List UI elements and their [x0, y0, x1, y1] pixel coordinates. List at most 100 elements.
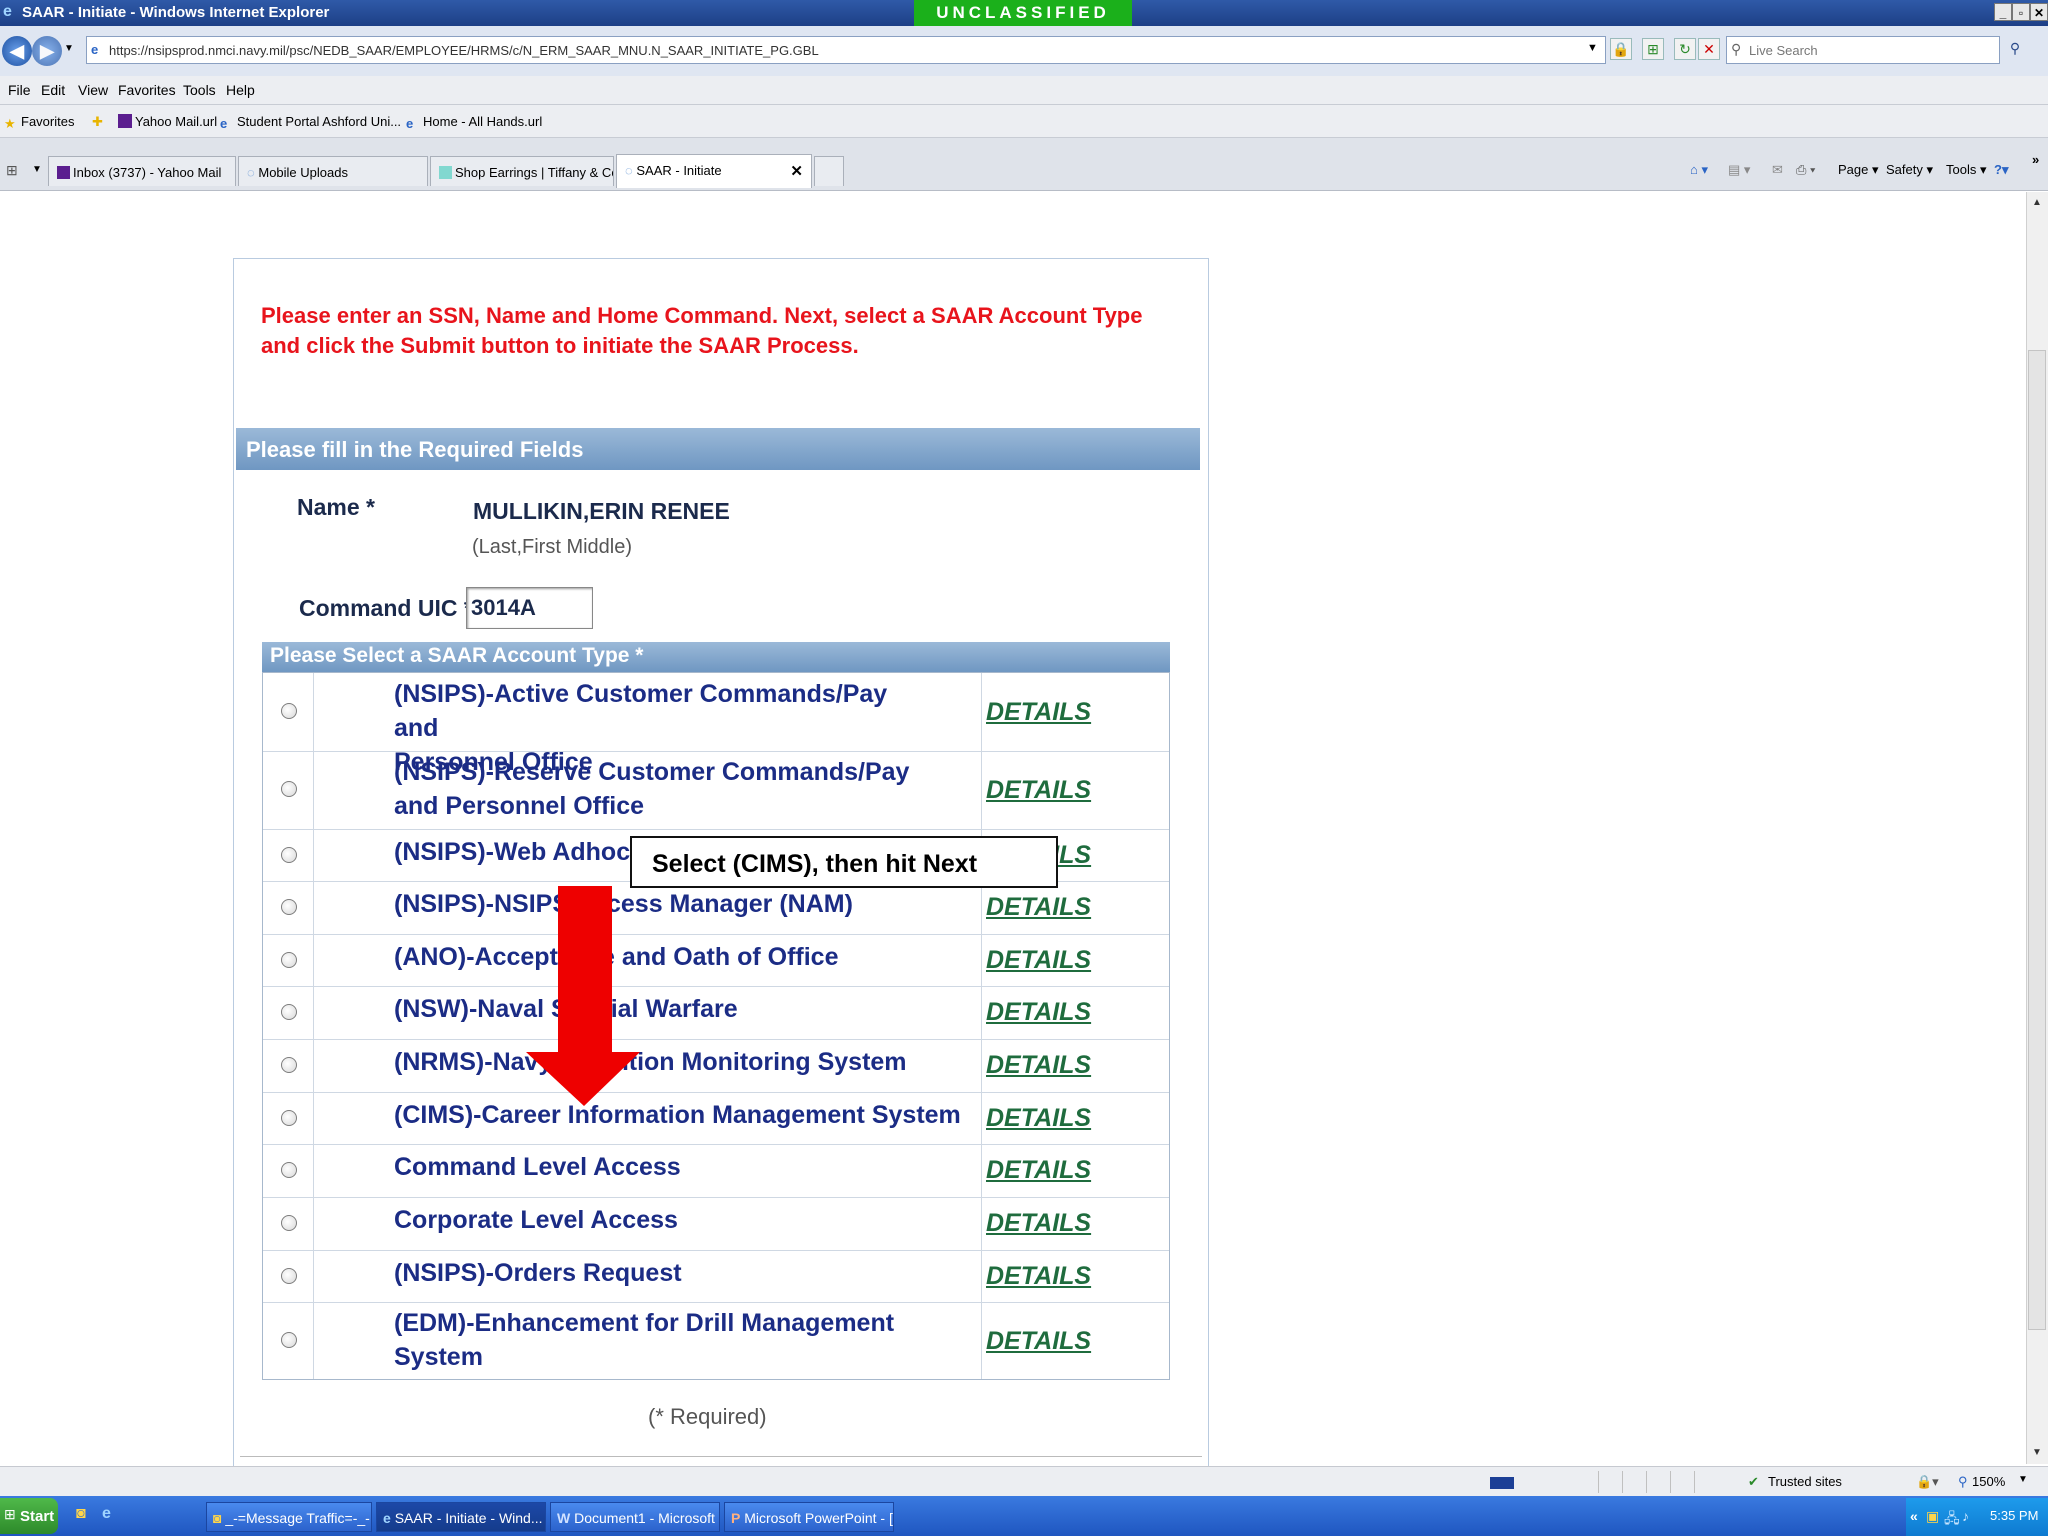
windows-logo-icon: ⊞	[4, 1506, 16, 1522]
favorite-student-portal[interactable]: e Student Portal Ashford Uni...	[220, 114, 401, 131]
home-icon[interactable]: ⌂ ▾	[1690, 162, 1708, 178]
account-row-orders-request: (NSIPS)-Orders Request DETAILS	[263, 1250, 1169, 1303]
details-link[interactable]: DETAILS	[986, 998, 1091, 1027]
menu-file[interactable]: File	[8, 82, 31, 98]
tray-status-icon[interactable]: ▣	[1926, 1508, 1939, 1525]
task-saar-initiate[interactable]: e SAAR - Initiate - Wind...	[376, 1502, 546, 1532]
feeds-icon[interactable]: ▤ ▾	[1728, 162, 1750, 178]
account-radio[interactable]	[281, 1110, 297, 1126]
scrollbar-thumb[interactable]	[2028, 350, 2046, 1330]
account-radio[interactable]	[281, 952, 297, 968]
details-link[interactable]: DETAILS	[986, 1209, 1091, 1238]
address-bar[interactable]: e https://nsipsprod.nmci.navy.mil/psc/NE…	[86, 36, 1606, 64]
tab-yahoo-inbox[interactable]: Inbox (3737) - Yahoo Mail	[48, 156, 236, 186]
help-icon[interactable]: ?▾	[1994, 162, 2008, 178]
add-favorite-icon[interactable]: ✚	[92, 114, 103, 130]
history-dropdown-icon[interactable]: ▼	[64, 43, 74, 54]
protected-mode-icon[interactable]: 🔒▾	[1916, 1474, 1939, 1490]
more-commands-icon[interactable]: »	[2032, 152, 2039, 167]
search-provider-icon: ⚲	[1731, 41, 1742, 57]
required-fields-header: Please fill in the Required Fields	[236, 428, 1200, 470]
favorites-bar: ★ Favorites ✚ Yahoo Mail.url e Student Por…	[0, 105, 2048, 138]
tab-list-icon[interactable]: ▼	[32, 164, 42, 175]
task-word-document[interactable]: W Document1 - Microsoft ...	[550, 1502, 720, 1532]
account-radio[interactable]	[281, 703, 297, 719]
task-powerpoint[interactable]: P Microsoft PowerPoint - [...	[724, 1502, 894, 1532]
account-radio[interactable]	[281, 1057, 297, 1073]
compatibility-icon[interactable]: ⊞	[1642, 38, 1664, 60]
internet-explorer-icon: e	[3, 3, 12, 20]
details-link[interactable]: DETAILS	[986, 1327, 1091, 1356]
zoom-level[interactable]: 150%	[1972, 1474, 2005, 1489]
show-hidden-icons[interactable]: «	[1910, 1508, 1918, 1524]
zoom-dropdown-icon[interactable]: ▼	[2018, 1474, 2028, 1485]
page-menu[interactable]: Page ▾	[1838, 162, 1879, 178]
network-icon[interactable]: 🖧	[1944, 1508, 1960, 1532]
quick-tabs-icon[interactable]: ⊞	[6, 162, 18, 179]
minimize-button[interactable]: _	[1994, 3, 2012, 21]
details-link[interactable]: DETAILS	[986, 776, 1091, 805]
account-radio[interactable]	[281, 1332, 297, 1348]
close-tab-icon[interactable]: ✕	[790, 162, 803, 180]
tab-tiffany[interactable]: Shop Earrings | Tiffany & Co.	[430, 156, 614, 186]
stop-icon[interactable]: ✕	[1698, 38, 1720, 60]
account-radio[interactable]	[281, 899, 297, 915]
yahoo-icon	[57, 166, 70, 179]
tab-mobile-uploads[interactable]: ◌ Mobile Uploads	[238, 156, 428, 186]
account-radio[interactable]	[281, 847, 297, 863]
details-link[interactable]: DETAILS	[986, 1104, 1091, 1133]
details-link[interactable]: DETAILS	[986, 893, 1091, 922]
favorites-button[interactable]: ★ Favorites	[4, 114, 74, 131]
menu-view[interactable]: View	[78, 82, 108, 98]
address-dropdown-icon[interactable]: ▼	[1587, 42, 1598, 54]
account-radio[interactable]	[281, 1004, 297, 1020]
safety-menu[interactable]: Safety ▾	[1886, 162, 1933, 178]
menu-edit[interactable]: Edit	[41, 82, 65, 98]
account-radio[interactable]	[281, 1162, 297, 1178]
mail-icon[interactable]: ✉	[1772, 162, 1783, 178]
volume-icon[interactable]: ♪	[1962, 1508, 1969, 1524]
menu-bar: File Edit View Favorites Tools Help	[0, 76, 2048, 105]
menu-help[interactable]: Help	[226, 82, 255, 98]
print-icon[interactable]: ⎙ ▾	[1796, 162, 1815, 178]
tools-menu[interactable]: Tools ▾	[1946, 162, 1987, 178]
lock-icon[interactable]: 🔒	[1610, 38, 1632, 60]
quicklaunch-outlook-icon[interactable]: ◙	[76, 1505, 86, 1523]
tab-saar-initiate[interactable]: ◌ SAAR - Initiate ✕	[616, 154, 812, 188]
account-radio[interactable]	[281, 1268, 297, 1284]
details-link[interactable]: DETAILS	[986, 1051, 1091, 1080]
favorite-yahoo-mail[interactable]: Yahoo Mail.url	[118, 114, 217, 129]
maximize-button[interactable]: ▫	[2012, 3, 2030, 21]
progress-indicator	[1490, 1477, 1514, 1489]
tab-bar: ⊞ ▼ Inbox (3737) - Yahoo Mail ◌ Mobile U…	[0, 138, 2048, 191]
quicklaunch-ie-icon[interactable]: e	[102, 1505, 111, 1523]
details-link[interactable]: DETAILS	[986, 1262, 1091, 1291]
arrow-shape	[526, 886, 640, 1106]
search-box[interactable]: ⚲ Live Search	[1726, 36, 2000, 64]
scroll-down-icon[interactable]: ▼	[2030, 1446, 2044, 1460]
command-uic-input[interactable]: 3014A	[466, 587, 593, 629]
refresh-icon[interactable]: ↻	[1674, 38, 1696, 60]
details-link[interactable]: DETAILS	[986, 946, 1091, 975]
details-link[interactable]: DETAILS	[986, 698, 1091, 727]
forward-button[interactable]: ▶	[32, 36, 62, 66]
account-radio[interactable]	[281, 781, 297, 797]
back-button[interactable]: ◀	[2, 36, 32, 66]
menu-favorites[interactable]: Favorites	[118, 82, 176, 98]
search-icon[interactable]: ⚲	[2004, 38, 2026, 60]
loading-icon: ◌	[247, 165, 255, 180]
new-tab-button[interactable]	[814, 156, 844, 186]
menu-tools[interactable]: Tools	[183, 82, 216, 98]
scroll-up-icon[interactable]: ▲	[2030, 196, 2044, 210]
details-link[interactable]: DETAILS	[986, 1156, 1091, 1185]
powerpoint-icon: P	[731, 1510, 741, 1526]
zoom-icon[interactable]: ⚲	[1958, 1474, 1968, 1490]
close-window-button[interactable]: ✕	[2030, 3, 2048, 21]
account-radio[interactable]	[281, 1215, 297, 1231]
account-row-edm: (EDM)-Enhancement for Drill Management Sy…	[263, 1302, 1169, 1379]
task-message-traffic[interactable]: ◙ _-=Message Traffic=-_-...	[206, 1502, 372, 1532]
red-arrow-annotation	[526, 886, 640, 1106]
favorite-all-hands[interactable]: e Home - All Hands.url	[406, 114, 542, 131]
account-type-label: (NSIPS)-Reserve Customer Commands/Pay and…	[394, 758, 910, 820]
yahoo-icon	[118, 114, 132, 128]
